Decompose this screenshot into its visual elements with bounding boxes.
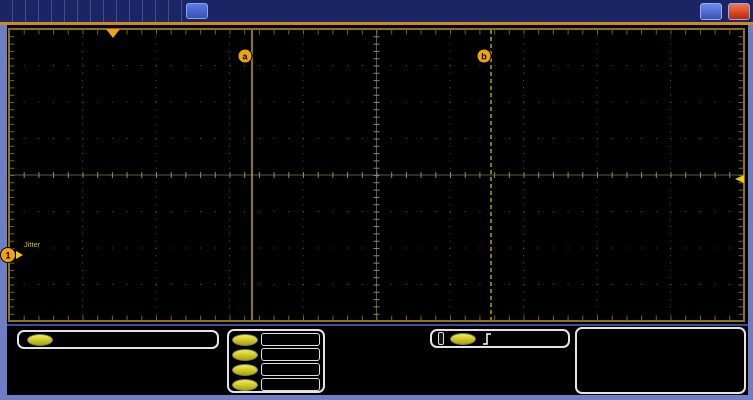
cursor-value: [261, 378, 320, 391]
trigger-channel-badge: [450, 333, 476, 345]
datetime-row: [583, 379, 738, 395]
cursor-row-3: [232, 377, 320, 392]
horizontal-readout-box[interactable]: [575, 327, 746, 394]
menu-item-measure[interactable]: [91, 0, 104, 22]
menu-item-math[interactable]: [117, 0, 130, 22]
timebase-row: [583, 331, 738, 347]
minimize-button[interactable]: [700, 3, 722, 20]
menu-item-help[interactable]: [169, 0, 182, 22]
menu-item-file[interactable]: [0, 0, 13, 22]
close-button[interactable]: [728, 3, 750, 20]
menu-bar: [0, 0, 753, 22]
menu-item-horiz-acq[interactable]: [39, 0, 52, 22]
cursor-row-1: [232, 347, 320, 362]
channel1-badge: [27, 334, 53, 346]
menu-item-edit[interactable]: [13, 0, 26, 22]
menu-item-vertical[interactable]: [26, 0, 39, 22]
cursor-label-badge: [232, 334, 258, 346]
cursor-label-badge: [232, 379, 258, 391]
cursor-readout-box[interactable]: [227, 329, 325, 393]
rising-edge-icon: [482, 332, 492, 346]
channel1-readout-box[interactable]: [17, 330, 219, 349]
titlebar-right: [678, 0, 753, 22]
cursor-label-badge: [232, 349, 258, 361]
acq-status-row: [583, 347, 738, 363]
trigger-readout-box[interactable]: [430, 329, 570, 348]
trigger-position-marker[interactable]: [106, 29, 120, 38]
menu-item-utilities[interactable]: [156, 0, 169, 22]
menu-item-mask[interactable]: [104, 0, 117, 22]
menu-item-display[interactable]: [65, 0, 78, 22]
oscilloscope-window: ab1Jitter: [0, 0, 753, 400]
cursor-row-2: [232, 362, 320, 377]
channel1-arrow-icon: [16, 251, 23, 259]
channel1-reference-label: 1: [5, 251, 10, 261]
cursor-b-handle-label: b: [481, 52, 487, 62]
menu-separator-strip: [0, 22, 753, 25]
menu-item-myscope[interactable]: [130, 0, 143, 22]
menu-overflow-button[interactable]: [186, 3, 208, 19]
cursor-value: [261, 363, 320, 376]
menu-item-trig[interactable]: [52, 0, 65, 22]
cursor-row-0: [232, 332, 320, 347]
cursor-value: [261, 348, 320, 361]
menu-item-analyze[interactable]: [143, 0, 156, 22]
cursor-label-badge: [232, 364, 258, 376]
trace-label: Jitter: [24, 240, 41, 249]
record-end-arrow-icon: [735, 175, 744, 183]
menu-items: [0, 0, 182, 22]
cursor-value: [261, 333, 320, 346]
acq-count-row: [583, 363, 738, 379]
menu-item-cursors[interactable]: [78, 0, 91, 22]
trigger-source-badge: [438, 332, 444, 345]
